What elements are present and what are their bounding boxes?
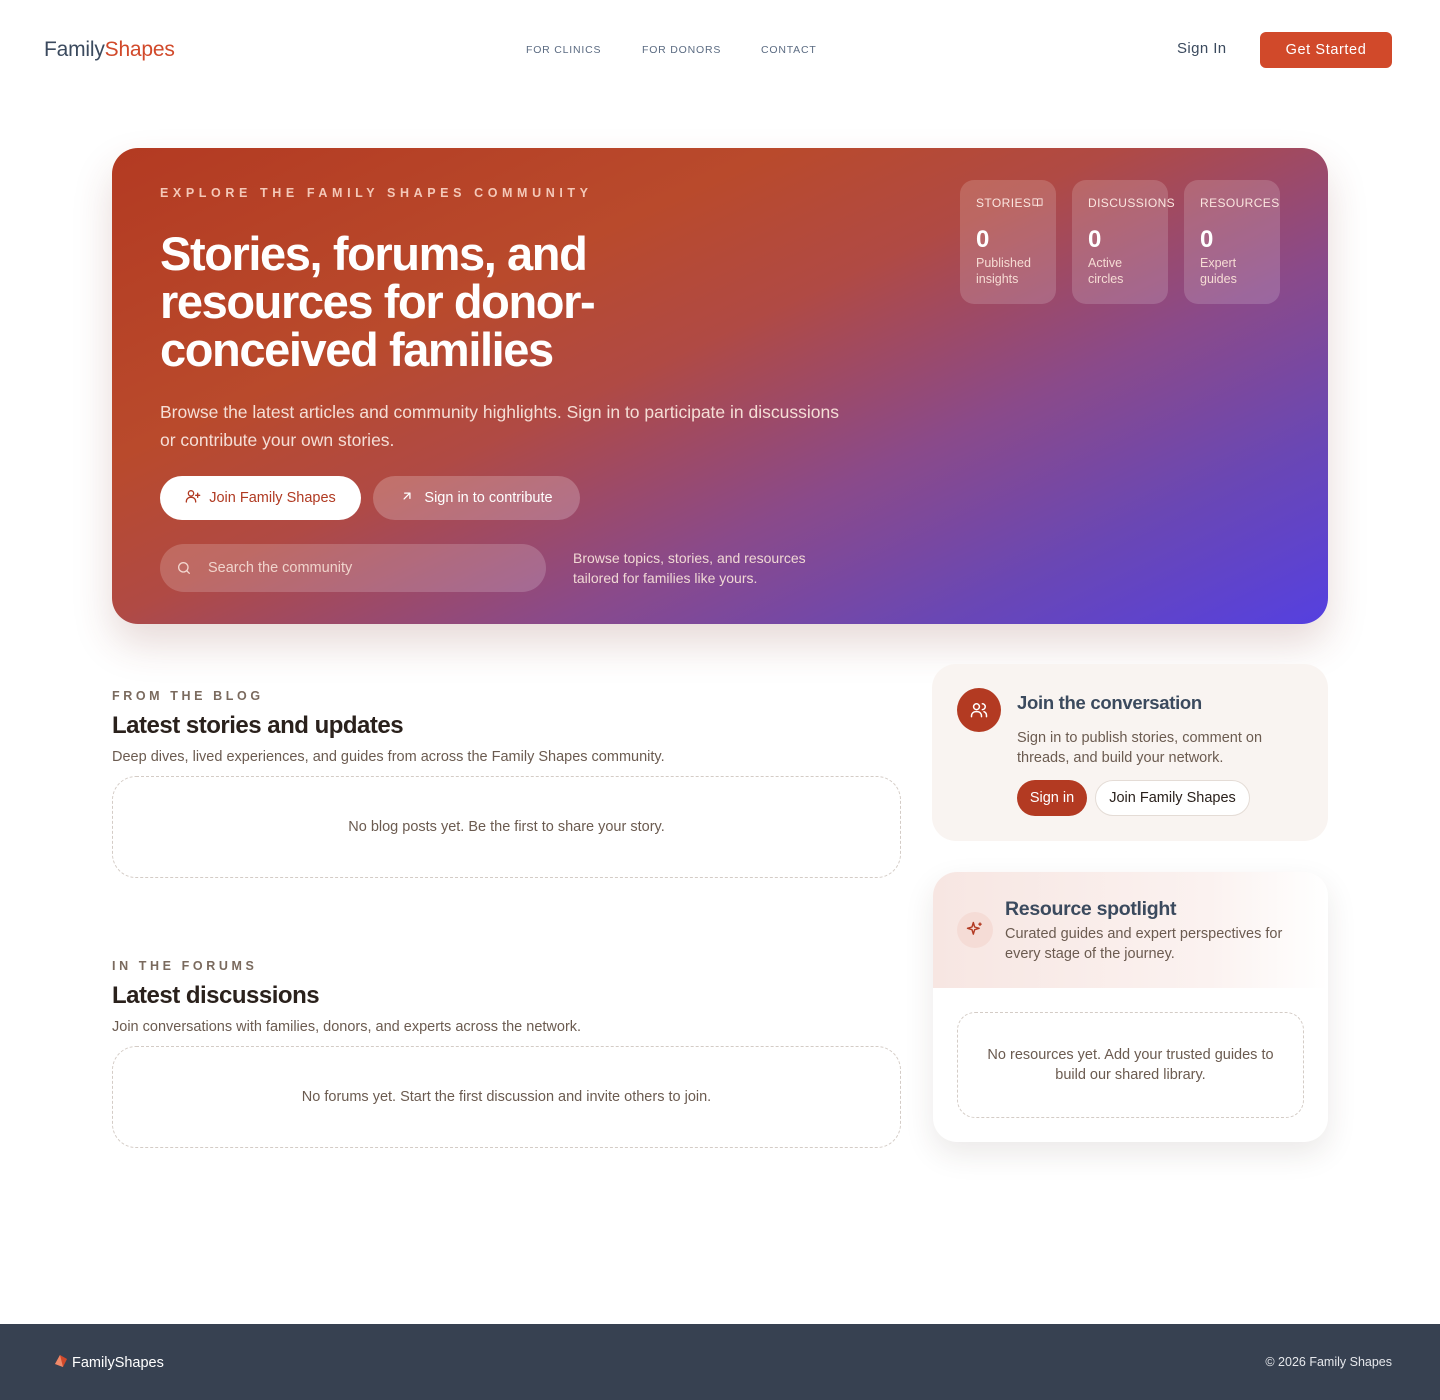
site-header: FamilyShapes FOR CLINICS FOR DONORS CONT… xyxy=(0,0,1440,100)
sparkle-icon xyxy=(957,912,993,948)
footer-logo[interactable]: FamilyShapes xyxy=(54,1354,164,1372)
contribute-button-label: Sign in to contribute xyxy=(424,490,553,506)
stat-value-resources: 0 xyxy=(1200,226,1214,253)
stat-sub-resources: Expert guides xyxy=(1200,256,1237,286)
nav-for-donors[interactable]: FOR DONORS xyxy=(642,44,721,56)
blog-empty-state: No blog posts yet. Be the first to share… xyxy=(112,776,901,878)
logo-link[interactable]: FamilyShapes xyxy=(44,37,175,63)
arrow-up-right-icon xyxy=(400,489,414,507)
stat-value-stories: 0 xyxy=(976,226,990,253)
join-card-description: Sign in to publish stories, comment on t… xyxy=(1017,730,1263,766)
blog-title: Latest stories and updates xyxy=(112,712,404,739)
site-footer: FamilyShapes © 2026 Family Shapes xyxy=(0,1324,1440,1400)
get-started-button[interactable]: Get Started xyxy=(1260,32,1392,68)
resource-card-header: Resource spotlight Curated guides and ex… xyxy=(933,872,1328,988)
footer-copyright: © 2026 Family Shapes xyxy=(1265,1355,1392,1369)
forums-empty-state: No forums yet. Start the first discussio… xyxy=(112,1046,901,1148)
join-card-join-button[interactable]: Join Family Shapes xyxy=(1095,780,1250,816)
join-conversation-card: Join the conversation Sign in to publish… xyxy=(932,664,1328,841)
hero-title: Stories, forums, and resources for donor… xyxy=(160,227,596,376)
stat-card-discussions: DISCUSSIONS 0 Active circles xyxy=(1072,180,1175,304)
search-input[interactable] xyxy=(208,544,528,592)
community-search xyxy=(160,544,546,592)
stat-card-resources: RESOURCES 0 Expert guides xyxy=(1184,180,1280,304)
blog-eyebrow: FROM THE BLOG xyxy=(112,689,264,703)
resources-empty-state: No resources yet. Add your trusted guide… xyxy=(957,1012,1304,1118)
resource-spotlight-card: Resource spotlight Curated guides and ex… xyxy=(933,872,1328,1142)
stat-label-resources: RESOURCES xyxy=(1200,196,1280,210)
resource-card-description: Curated guides and expert perspectives f… xyxy=(1005,926,1283,962)
stat-card-stories: STORIES 0 Published insights xyxy=(960,180,1056,304)
hero-eyebrow: EXPLORE THE FAMILY SHAPES COMMUNITY xyxy=(160,186,593,200)
logo-text-family: Family xyxy=(44,38,105,61)
forums-description: Join conversations with families, donors… xyxy=(112,1019,582,1035)
join-family-shapes-button[interactable]: Join Family Shapes xyxy=(160,476,361,520)
join-card-sign-in-button[interactable]: Sign in xyxy=(1017,780,1087,816)
book-icon xyxy=(1032,197,1043,211)
hero-panel: EXPLORE THE FAMILY SHAPES COMMUNITY Stor… xyxy=(112,148,1328,624)
users-icon xyxy=(957,688,1001,732)
forums-eyebrow: IN THE FORUMS xyxy=(112,959,258,973)
search-note: Browse topics, stories, and resources ta… xyxy=(573,550,806,586)
search-icon xyxy=(176,560,192,581)
join-button-label: Join Family Shapes xyxy=(209,490,336,506)
sign-in-to-contribute-button[interactable]: Sign in to contribute xyxy=(373,476,580,520)
hero-description: Browse the latest articles and community… xyxy=(160,402,839,450)
user-plus-icon xyxy=(185,488,201,508)
stat-sub-stories: Published insights xyxy=(976,256,1031,286)
stat-sub-discussions: Active circles xyxy=(1088,256,1124,286)
resource-card-title: Resource spotlight xyxy=(1005,898,1177,920)
join-card-title: Join the conversation xyxy=(1017,692,1202,713)
header-sign-in-link[interactable]: Sign In xyxy=(1177,40,1227,57)
logo-mark-icon xyxy=(54,1354,68,1372)
stat-label-discussions: DISCUSSIONS xyxy=(1088,196,1176,210)
nav-contact[interactable]: CONTACT xyxy=(761,44,817,56)
stat-label-stories: STORIES xyxy=(976,196,1043,211)
footer-logo-text: FamilyShapes xyxy=(72,1355,164,1371)
forums-title: Latest discussions xyxy=(112,982,320,1009)
logo-text-shapes: Shapes xyxy=(104,38,175,61)
blog-description: Deep dives, lived experiences, and guide… xyxy=(112,749,665,765)
stat-value-discussions: 0 xyxy=(1088,226,1102,253)
nav-for-clinics[interactable]: FOR CLINICS xyxy=(526,44,601,56)
